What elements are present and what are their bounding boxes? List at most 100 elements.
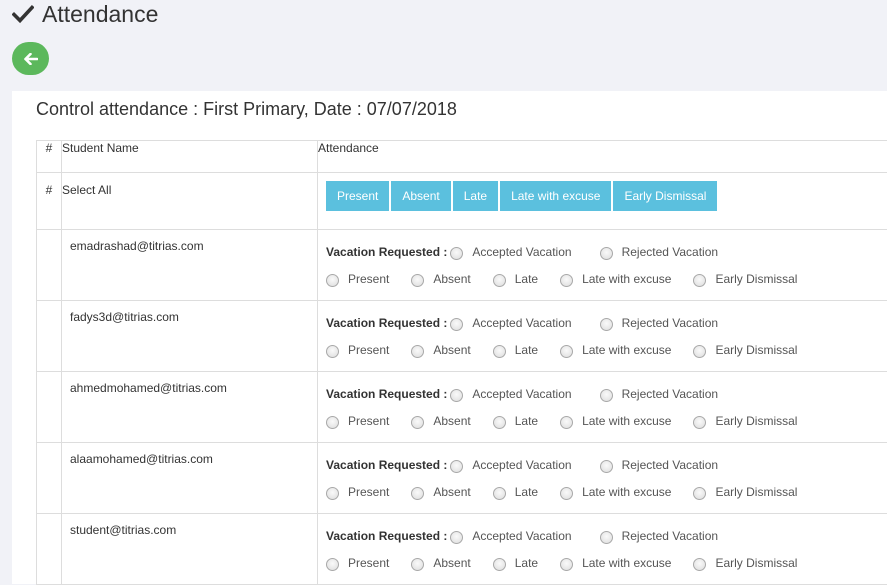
radio-button[interactable] xyxy=(326,558,339,571)
status-option: Present xyxy=(326,343,389,357)
status-option-label: Early Dismissal xyxy=(715,343,797,357)
vacation-option: Accepted Vacation xyxy=(450,245,571,259)
status-option-label: Present xyxy=(348,485,389,499)
radio-button[interactable] xyxy=(693,416,706,429)
vacation-option: Accepted Vacation xyxy=(450,387,571,401)
radio-button[interactable] xyxy=(693,487,706,500)
bulk-actions-cell: Present Absent Late Late with excuse Ear… xyxy=(318,173,887,230)
student-name: ahmedmohamed@titrias.com xyxy=(62,372,317,395)
row-num xyxy=(37,301,62,372)
table-row: student@titrias.com Vacation Requested :A… xyxy=(37,514,887,585)
status-option-label: Present xyxy=(348,414,389,428)
status-option: Late xyxy=(493,272,538,286)
status-option-label: Early Dismissal xyxy=(715,272,797,286)
status-option: Absent xyxy=(411,414,470,428)
vacation-option-label: Accepted Vacation xyxy=(472,529,571,543)
status-option-label: Early Dismissal xyxy=(715,485,797,499)
attendance-options-cell: Vacation Requested :Accepted VacationRej… xyxy=(318,301,887,372)
col-header-student-name: Student Name xyxy=(62,141,318,173)
radio-button[interactable] xyxy=(600,531,613,544)
col-header-num: # xyxy=(37,141,62,173)
mark-all-absent-button[interactable]: Absent xyxy=(391,181,450,211)
radio-button[interactable] xyxy=(411,558,424,571)
student-name-cell: fadys3d@titrias.com xyxy=(62,301,318,372)
radio-button[interactable] xyxy=(411,274,424,287)
status-line: PresentAbsentLateLate with excuseEarly D… xyxy=(326,336,887,363)
vacation-requested-label: Vacation Requested : xyxy=(326,316,447,330)
vacation-option: Rejected Vacation xyxy=(600,458,719,472)
radio-button[interactable] xyxy=(450,531,463,544)
radio-button[interactable] xyxy=(411,487,424,500)
radio-button[interactable] xyxy=(600,460,613,473)
radio-button[interactable] xyxy=(326,487,339,500)
radio-button[interactable] xyxy=(493,416,506,429)
radio-button[interactable] xyxy=(450,460,463,473)
attendance-options-cell: Vacation Requested :Accepted VacationRej… xyxy=(318,514,887,585)
radio-button[interactable] xyxy=(560,345,573,358)
student-name-cell: student@titrias.com xyxy=(62,514,318,585)
student-name: student@titrias.com xyxy=(62,514,317,537)
status-option-label: Late xyxy=(515,414,538,428)
status-line: Present Absent Late Late with excuse Early D… xyxy=(326,407,887,434)
radio-button[interactable] xyxy=(326,416,339,429)
radio-button[interactable] xyxy=(493,558,506,571)
status-option-label: Early Dismissal xyxy=(715,414,797,428)
vacation-line: Vacation Requested :Accepted VacationRej… xyxy=(326,522,887,549)
radio-button[interactable] xyxy=(493,274,506,287)
radio-button[interactable] xyxy=(560,274,573,287)
status-option-label: Present xyxy=(348,343,389,357)
vacation-line: Vacation Requested :Accepted VacationRej… xyxy=(326,451,887,478)
mark-all-late-with-excuse-button[interactable]: Late with excuse xyxy=(500,181,611,211)
status-option-label: Early Dismissal xyxy=(715,556,797,570)
vacation-option-label: Rejected Vacation xyxy=(622,458,719,472)
student-name-cell: emadrashad@titrias.com xyxy=(62,230,318,301)
radio-button[interactable] xyxy=(326,274,339,287)
page-header: Attendance xyxy=(12,0,158,28)
status-option: Late with excuse xyxy=(560,272,671,286)
row-num xyxy=(37,514,62,585)
back-button[interactable] xyxy=(12,42,49,75)
attendance-options-cell: Vacation Requested :Accepted VacationRej… xyxy=(318,230,887,301)
status-option-label: Present xyxy=(348,556,389,570)
table-row: ahmedmohamed@titrias.com Vacation Request… xyxy=(37,372,887,443)
radio-button[interactable] xyxy=(560,416,573,429)
radio-button[interactable] xyxy=(411,416,424,429)
radio-button[interactable] xyxy=(493,487,506,500)
vacation-option: Rejected Vacation xyxy=(600,245,719,259)
status-option: Late xyxy=(493,414,538,428)
status-option: Early Dismissal xyxy=(693,556,797,570)
radio-button[interactable] xyxy=(600,389,613,402)
vacation-requested-label: Vacation Requested : xyxy=(326,387,447,401)
radio-button[interactable] xyxy=(693,558,706,571)
radio-button[interactable] xyxy=(326,345,339,358)
status-option: Absent xyxy=(411,272,470,286)
mark-all-present-button[interactable]: Present xyxy=(326,181,389,211)
radio-button[interactable] xyxy=(693,345,706,358)
vacation-option-label: Accepted Vacation xyxy=(472,458,571,472)
radio-button[interactable] xyxy=(600,247,613,260)
table-row: emadrashad@titrias.comVacation Requested… xyxy=(37,230,887,301)
radio-button[interactable] xyxy=(693,274,706,287)
radio-button[interactable] xyxy=(493,345,506,358)
status-option: Late xyxy=(493,556,538,570)
select-all-label: Select All xyxy=(62,173,318,230)
radio-button[interactable] xyxy=(411,345,424,358)
vacation-option-label: Accepted Vacation xyxy=(472,387,571,401)
radio-button[interactable] xyxy=(560,487,573,500)
row-num xyxy=(37,443,62,514)
status-option-label: Late xyxy=(515,343,538,357)
vacation-option: Rejected Vacation xyxy=(600,529,719,543)
radio-button[interactable] xyxy=(450,389,463,402)
status-option: Late with excuse xyxy=(560,414,671,428)
table-row: fadys3d@titrias.comVacation Requested :A… xyxy=(37,301,887,372)
mark-all-late-button[interactable]: Late xyxy=(453,181,498,211)
radio-button[interactable] xyxy=(600,318,613,331)
table-row: alaamohamed@titrias.comVacation Requeste… xyxy=(37,443,887,514)
status-option: Early Dismissal xyxy=(693,343,797,357)
radio-button[interactable] xyxy=(450,247,463,260)
status-option: Absent xyxy=(411,556,470,570)
radio-button[interactable] xyxy=(450,318,463,331)
status-option: Absent xyxy=(411,485,470,499)
radio-button[interactable] xyxy=(560,558,573,571)
mark-all-early-dismissal-button[interactable]: Early Dismissal xyxy=(613,181,717,211)
